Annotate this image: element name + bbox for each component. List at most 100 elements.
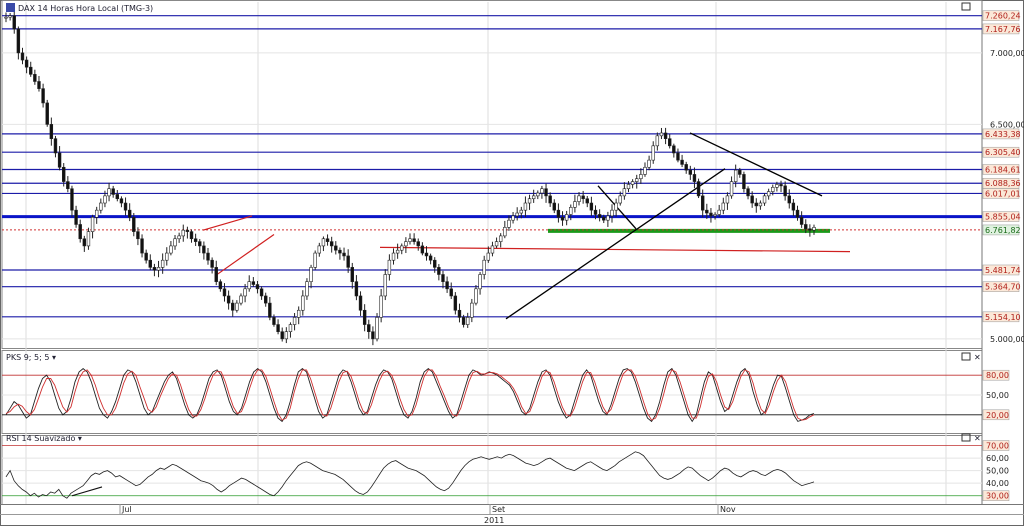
candle-body <box>717 209 721 215</box>
candle-body <box>222 288 227 297</box>
price-panel-title: DAX 14 Horas Hora Local (TMG-3) <box>18 4 153 13</box>
candle-body <box>486 252 491 261</box>
candle-body <box>515 212 519 217</box>
rsi-panel-title: RSI 14 Suavizado ▾ <box>6 434 82 443</box>
candle-body <box>90 217 95 232</box>
candle-body <box>647 159 651 168</box>
candle-body <box>680 159 684 165</box>
candle-body <box>86 231 91 247</box>
price-tick-label: 7.000,00 <box>990 49 1024 58</box>
candle-body <box>404 241 408 247</box>
candle-body <box>445 281 449 290</box>
candle-body <box>581 195 585 200</box>
candle-body <box>725 195 730 204</box>
candle-body <box>564 214 569 221</box>
candle-body <box>309 267 313 282</box>
level-label: 7.167,76 <box>982 23 1021 35</box>
candle-body <box>523 202 528 211</box>
candle-body <box>498 235 503 242</box>
candle-body <box>577 195 581 202</box>
candle-body <box>276 324 280 333</box>
level-label: 7.260,24 <box>982 10 1021 21</box>
candle-body <box>799 217 804 225</box>
candle-body <box>441 274 445 282</box>
candle-body <box>672 145 676 154</box>
candle-body <box>231 302 235 311</box>
candle-body <box>639 174 643 180</box>
candle-body <box>602 217 606 221</box>
candle-body <box>62 166 66 182</box>
candle-body <box>144 252 148 261</box>
candle-body <box>643 166 647 175</box>
candle-body <box>478 274 482 290</box>
price-candle <box>45 99 49 127</box>
candle-body <box>358 295 363 311</box>
candle-body <box>272 317 276 325</box>
candle-body <box>127 209 132 218</box>
pks-tick-label: 20,00 <box>982 409 1010 421</box>
level-label-text: 5.154,10 <box>985 313 1021 322</box>
candle-body <box>746 188 750 197</box>
candle-body <box>614 202 618 211</box>
candle-body <box>210 259 214 268</box>
rsi-tick-label: 40,00 <box>986 479 1009 488</box>
pks-tick-label: 80,00 <box>982 369 1010 381</box>
candle-body <box>284 331 289 340</box>
candle-body <box>317 245 322 254</box>
candle-body <box>20 52 25 61</box>
candle-body <box>321 238 326 247</box>
candle-body <box>779 184 783 187</box>
price-tick-label: 5.000,00 <box>990 335 1024 344</box>
candle-body <box>132 217 136 232</box>
level-label: 6.433,38 <box>982 128 1021 140</box>
candle-body <box>461 317 466 325</box>
level-label-text: 6.088,36 <box>985 179 1021 188</box>
candle-body <box>428 255 433 261</box>
candle-body <box>288 324 293 333</box>
candle-body <box>354 281 359 297</box>
rsi-close-icon: ✕ <box>974 434 981 443</box>
candle-body <box>787 195 791 204</box>
rsi-tick-text: 40,00 <box>986 479 1009 488</box>
rsi-tick-text: 70,00 <box>986 442 1009 451</box>
background <box>0 0 1024 526</box>
candle-body <box>148 259 152 268</box>
rsi-tick-label: 50,00 <box>986 467 1009 476</box>
candle-body <box>733 169 738 182</box>
candle-body <box>449 288 453 297</box>
level-label-text: 6.305,40 <box>985 148 1021 157</box>
level-label: 6.184,61 <box>982 164 1021 175</box>
price-candle <box>696 178 701 199</box>
time-tick-label: Nov <box>720 505 736 514</box>
price-candle <box>375 313 379 342</box>
candle-body <box>742 174 746 190</box>
candle-body <box>433 259 437 268</box>
level-label-text: 6.184,61 <box>985 165 1021 174</box>
rsi-tick-label: 30,00 <box>982 490 1010 501</box>
candle-body <box>692 174 697 182</box>
candle-body <box>78 224 82 240</box>
level-label: 5.855,04 <box>982 211 1021 222</box>
pks-tick-text: 20,00 <box>986 411 1009 420</box>
level-label-text: 5.364,70 <box>985 283 1021 292</box>
candle-body <box>635 178 639 182</box>
candle-body <box>400 245 404 251</box>
candle-body <box>684 164 688 171</box>
candle-body <box>507 219 511 228</box>
level-label-text: 7.167,76 <box>985 25 1021 34</box>
pks-tick-text: 50,00 <box>986 391 1009 400</box>
candle-body <box>791 202 796 211</box>
candle-body <box>466 317 470 325</box>
candle-body <box>173 238 177 247</box>
rsi-tick-text: 30,00 <box>986 492 1009 501</box>
level-label: 5.364,70 <box>982 281 1021 292</box>
candle-body <box>16 28 21 54</box>
level-label-text: 5.855,04 <box>985 213 1021 222</box>
candle-body <box>123 202 128 211</box>
candle-body <box>783 185 787 197</box>
candle-body <box>235 302 239 311</box>
candle-body <box>338 249 342 254</box>
candle-body <box>53 138 58 154</box>
candle-body <box>651 145 655 161</box>
candle-body <box>519 209 524 214</box>
